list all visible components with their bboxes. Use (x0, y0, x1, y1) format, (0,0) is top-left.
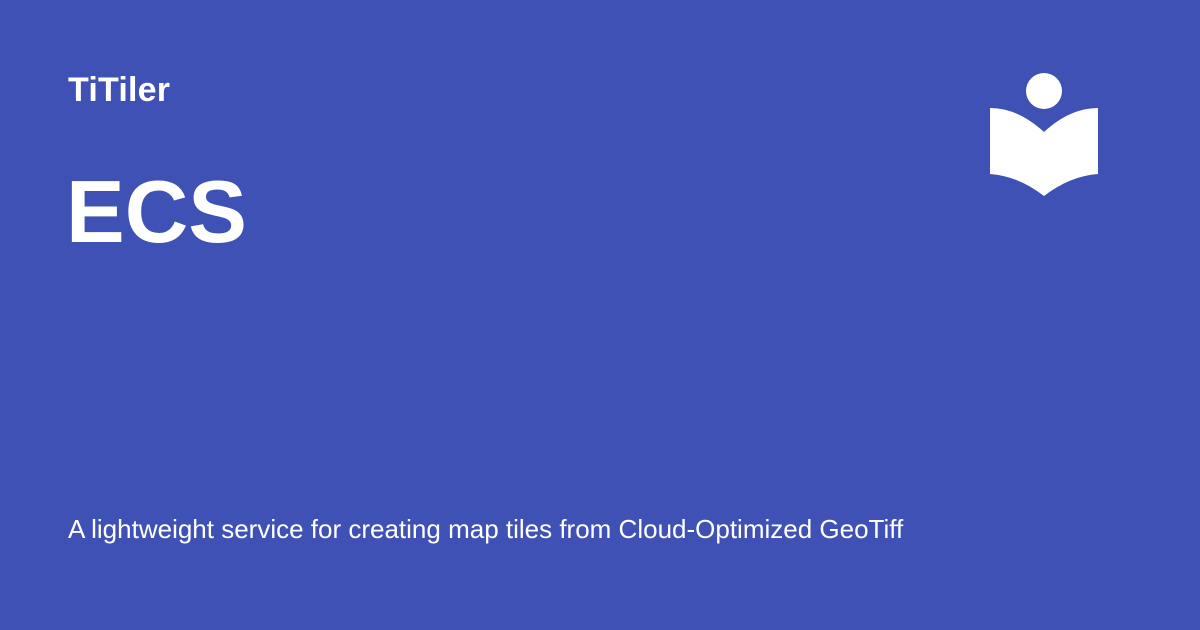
site-name: TiTiler (68, 71, 171, 109)
page-description: A lightweight service for creating map t… (68, 514, 904, 544)
reader-book-icon (990, 72, 1098, 196)
page-title: ECS (66, 162, 247, 261)
social-card: TiTiler ECS A lightweight service for cr… (0, 0, 1200, 630)
